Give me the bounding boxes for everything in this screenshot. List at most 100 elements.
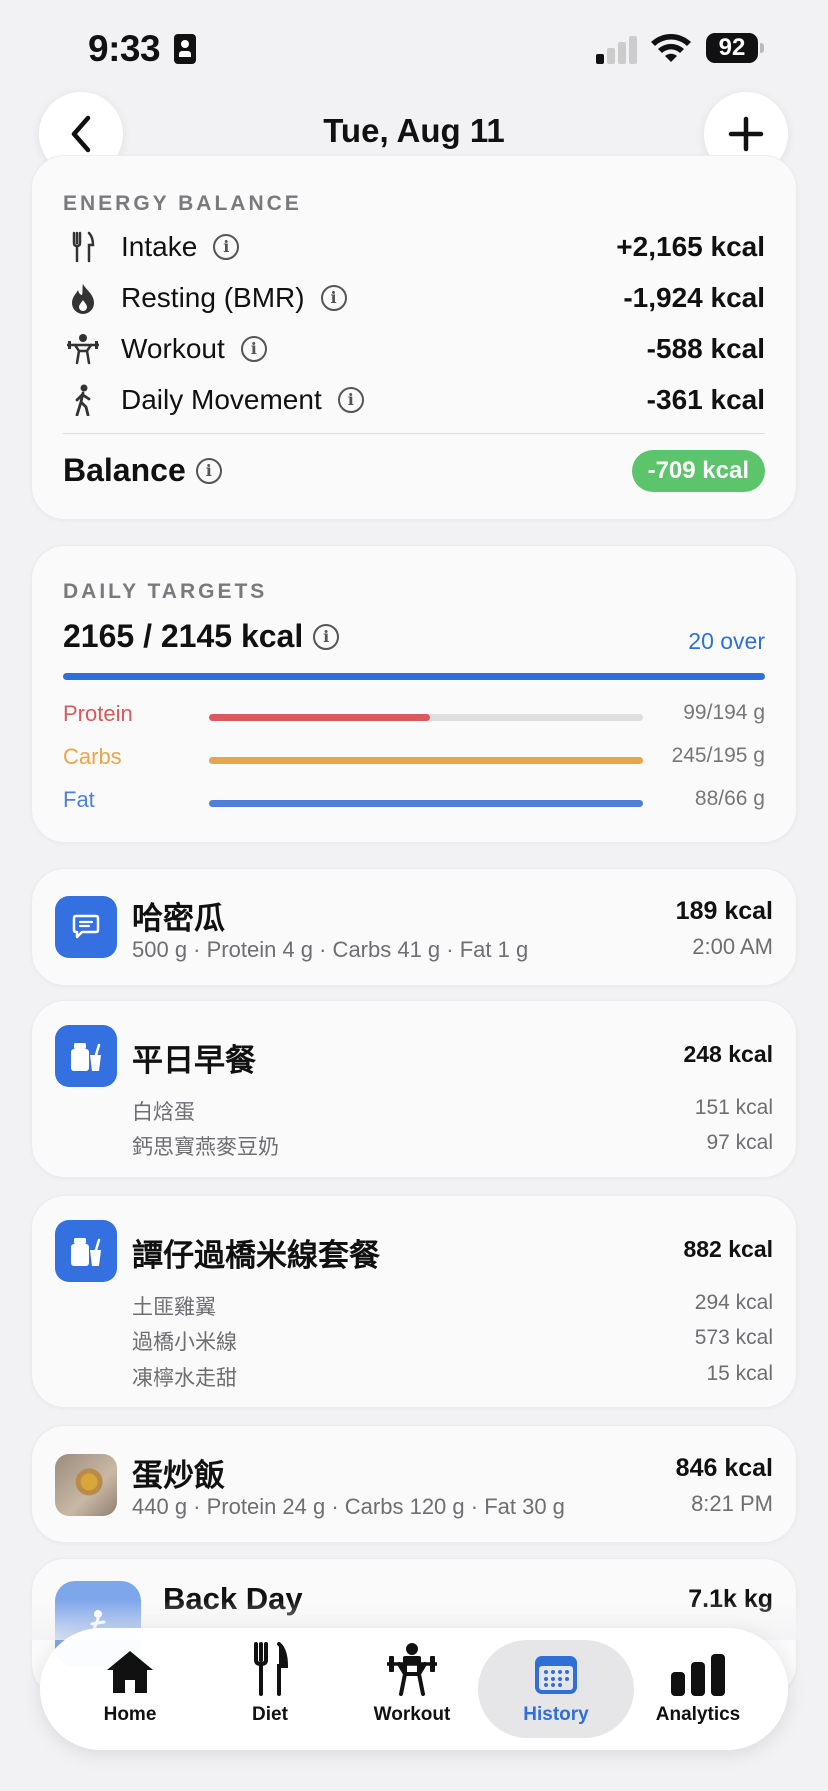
- flame-icon: [63, 278, 103, 318]
- meal-item-name: 凍檸水走甜: [132, 1367, 237, 1390]
- daily-targets-card: DAILY TARGETS 2165 / 2145 kcal i 20 over…: [31, 545, 797, 843]
- calorie-progress-bar: [63, 673, 765, 680]
- calendar-icon: [533, 1640, 579, 1696]
- fork-knife-icon: [63, 227, 103, 267]
- wifi-icon: [651, 34, 691, 62]
- macro-row-protein: Protein 99/194 g: [63, 701, 765, 731]
- balance-row: Balance i: [63, 452, 222, 489]
- info-icon[interactable]: i: [337, 387, 364, 413]
- energy-value: -361 kcal: [646, 384, 765, 415]
- energy-label: Daily Movement: [121, 384, 322, 415]
- tab-label: Diet: [252, 1704, 288, 1725]
- tab-label: History: [523, 1704, 589, 1725]
- info-icon[interactable]: i: [213, 234, 240, 260]
- food-kcal: 189 kcal: [675, 897, 773, 925]
- plus-icon: [728, 116, 764, 152]
- macro-fill: [209, 800, 643, 807]
- meal-item-name: 鈣思寶燕麥豆奶: [132, 1136, 279, 1159]
- tab-label: Home: [103, 1704, 157, 1725]
- energy-row-intake: Intake i +2,165 kcal: [63, 225, 765, 269]
- tab-label: Workout: [373, 1704, 451, 1725]
- tab-bar: Home Diet Workout History Analytics: [40, 1628, 788, 1750]
- food-name: 哈密瓜: [132, 901, 225, 936]
- chat-bubble-icon: [55, 896, 117, 958]
- meal-name: 平日早餐: [132, 1043, 256, 1078]
- food-detail: 440 g · Protein 24 g · Carbs 120 g · Fat…: [132, 1494, 565, 1519]
- bar-chart-icon: [669, 1640, 727, 1696]
- meal-item-kcal: 97 kcal: [706, 1131, 773, 1154]
- meal-entry-card[interactable]: 譚仔過橋米線套餐 882 kcal 土匪雞翼 294 kcal 過橋小米線 57…: [31, 1195, 797, 1408]
- meal-item-kcal: 151 kcal: [694, 1096, 773, 1119]
- info-icon[interactable]: i: [320, 285, 347, 311]
- macro-track: [209, 757, 643, 764]
- tab-label: Analytics: [655, 1704, 741, 1725]
- weightlifter-icon: [384, 1640, 440, 1696]
- section-label: ENERGY BALANCE: [63, 192, 302, 215]
- energy-value: +2,165 kcal: [616, 231, 765, 262]
- calorie-target-value: 2165 / 2145 kcal: [63, 618, 304, 654]
- macro-label: Fat: [63, 787, 95, 812]
- section-label: DAILY TARGETS: [63, 580, 268, 603]
- meal-kcal: 882 kcal: [683, 1236, 773, 1262]
- food-time: 2:00 AM: [692, 934, 773, 959]
- info-icon[interactable]: i: [195, 457, 222, 484]
- tab-history[interactable]: History: [478, 1640, 634, 1738]
- status-time: 9:33: [88, 28, 161, 69]
- meal-entry-card[interactable]: 平日早餐 248 kcal 白焓蛋 151 kcal 鈣思寶燕麥豆奶 97 kc…: [31, 1000, 797, 1178]
- tab-workout[interactable]: Workout: [342, 1640, 482, 1738]
- food-name: 蛋炒飯: [132, 1458, 225, 1493]
- signal-icon: [596, 36, 640, 64]
- meal-container-icon: [55, 1025, 117, 1087]
- meal-item-kcal: 294 kcal: [694, 1291, 773, 1314]
- energy-balance-card: ENERGY BALANCE Intake i +2,165 kcal Rest…: [31, 155, 797, 520]
- meal-name: 譚仔過橋米線套餐: [132, 1238, 380, 1273]
- food-time: 8:21 PM: [691, 1491, 773, 1516]
- energy-label: Resting (BMR): [121, 282, 305, 313]
- divider: [63, 433, 765, 434]
- food-entry-card[interactable]: 哈密瓜 500 g · Protein 4 g · Carbs 41 g · F…: [31, 868, 797, 986]
- id-badge-icon: [174, 34, 196, 64]
- meal-item-kcal: 573 kcal: [694, 1326, 773, 1349]
- energy-label: Intake: [121, 231, 198, 262]
- info-icon[interactable]: i: [240, 336, 267, 362]
- energy-value: -1,924 kcal: [623, 282, 765, 313]
- home-icon: [104, 1640, 156, 1696]
- macro-track: [209, 800, 643, 807]
- energy-row-workout: Workout i -588 kcal: [63, 327, 765, 371]
- meal-container-icon: [55, 1220, 117, 1282]
- energy-value: -588 kcal: [646, 333, 765, 364]
- energy-row-resting: Resting (BMR) i -1,924 kcal: [63, 276, 765, 320]
- energy-row-movement: Daily Movement i -361 kcal: [63, 378, 765, 422]
- walking-icon: [63, 380, 103, 420]
- balance-label: Balance: [63, 452, 186, 488]
- macro-row-fat: Fat 88/66 g: [63, 787, 765, 817]
- meal-item-kcal: 15 kcal: [706, 1362, 773, 1385]
- battery-indicator: 92: [706, 33, 764, 63]
- meal-kcal: 248 kcal: [683, 1041, 773, 1067]
- macro-label: Protein: [63, 701, 133, 726]
- macro-track: [209, 714, 643, 721]
- info-icon[interactable]: i: [313, 623, 340, 650]
- macro-value: 88/66 g: [694, 787, 765, 810]
- status-bar: 9:33 92: [0, 0, 828, 100]
- macro-row-carbs: Carbs 245/195 g: [63, 744, 765, 774]
- food-kcal: 846 kcal: [675, 1454, 773, 1482]
- meal-item-name: 過橋小米線: [132, 1331, 237, 1354]
- macro-fill: [209, 714, 431, 721]
- weightlifter-icon: [63, 329, 103, 369]
- tab-analytics[interactable]: Analytics: [628, 1640, 768, 1738]
- macro-value: 99/194 g: [683, 701, 765, 724]
- meal-item-name: 土匪雞翼: [132, 1296, 216, 1319]
- energy-label: Workout: [121, 333, 225, 364]
- tab-diet[interactable]: Diet: [200, 1640, 340, 1738]
- calorie-target: 2165 / 2145 kcal i: [63, 618, 340, 655]
- macro-fill: [209, 757, 643, 764]
- food-entry-card[interactable]: 蛋炒飯 440 g · Protein 24 g · Carbs 120 g ·…: [31, 1425, 797, 1543]
- tab-home[interactable]: Home: [60, 1640, 200, 1738]
- food-detail: 500 g · Protein 4 g · Carbs 41 g · Fat 1…: [132, 937, 529, 962]
- macro-value: 245/195 g: [671, 744, 765, 767]
- balance-badge: -709 kcal: [631, 450, 765, 492]
- macro-label: Carbs: [63, 744, 122, 769]
- target-status: 20 over: [688, 628, 765, 654]
- food-photo: [55, 1454, 117, 1516]
